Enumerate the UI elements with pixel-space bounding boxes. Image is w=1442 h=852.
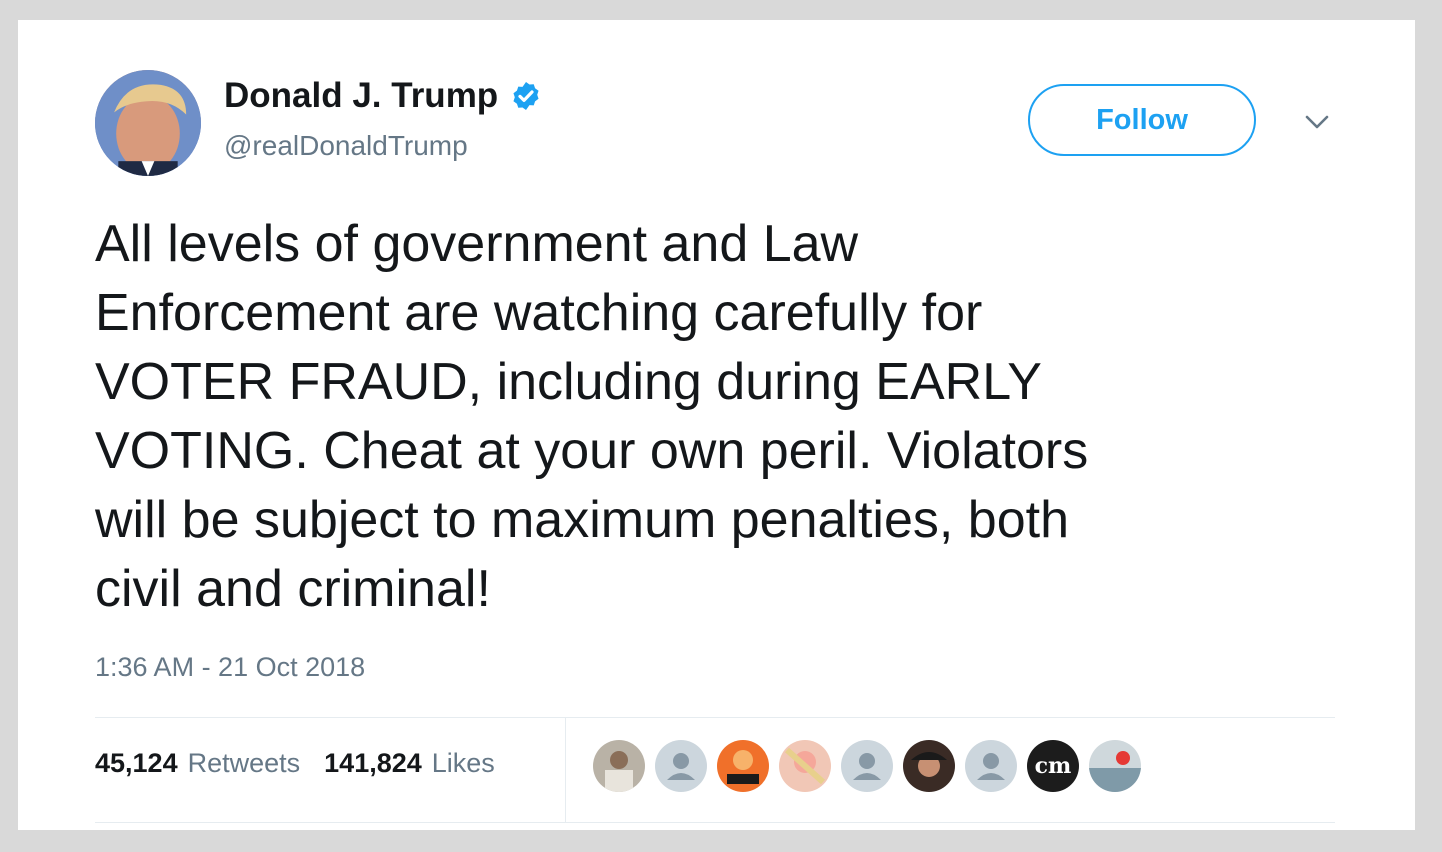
orange-face-badge-icon [717,740,769,792]
author-avatar[interactable] [95,70,201,176]
tweet-text-line: VOTER FRAUD, including during EARLY [95,353,1042,411]
divider [95,822,1335,823]
tweet-text: All levels of government and Law Enforce… [95,210,1305,624]
liker-avatar[interactable] [903,740,955,792]
liker-avatar[interactable] [779,740,831,792]
engagement-stats: 45,124 Retweets 141,824 Likes [95,748,519,779]
tweet-text-line: VOTING. Cheat at your own peril. Violato… [95,422,1089,480]
liker-avatar[interactable] [1089,740,1141,792]
author-avatar-image [95,70,201,176]
follow-button[interactable]: Follow [1028,84,1256,156]
tweet-text-line: will be subject to maximum penalties, bo… [95,491,1070,549]
liker-avatar[interactable] [717,740,769,792]
verified-badge-icon [513,82,539,110]
likes-count: 141,824 [324,748,422,778]
retweets-count: 45,124 [95,748,178,778]
tweet-text-line: civil and criminal! [95,560,491,618]
likes-label: Likes [431,748,495,778]
author-name[interactable]: Donald J. Trump [224,76,498,116]
default-user-icon [977,753,1005,780]
author-handle[interactable]: @realDonaldTrump [224,130,468,162]
liker-avatar[interactable] [655,740,707,792]
retweets-stat[interactable]: 45,124 Retweets [95,748,300,779]
user-photo-icon [903,740,955,792]
stats-divider [565,718,566,822]
tweet-text-line: Enforcement are watching carefully for [95,284,983,342]
liker-avatar[interactable]: cm [1027,740,1079,792]
tweet-timestamp[interactable]: 1:36 AM - 21 Oct 2018 [95,652,365,683]
likes-stat[interactable]: 141,824 Likes [324,748,495,779]
retweets-label: Retweets [187,748,301,778]
tweet-card: Donald J. Trump @realDonaldTrump Follow … [18,20,1415,830]
user-photo-icon [593,740,645,792]
liker-avatar[interactable] [841,740,893,792]
default-user-icon [853,753,881,780]
liker-avatar[interactable] [965,740,1017,792]
cm-avatar-text: cm [1034,753,1072,779]
default-user-icon [667,753,695,780]
liker-avatar[interactable] [593,740,645,792]
user-photo-icon [779,740,831,792]
user-photo-icon [1089,740,1141,792]
divider [95,717,1335,718]
author-name-row: Donald J. Trump [224,76,542,116]
tweet-text-line: All levels of government and Law [95,215,859,273]
liker-avatars: cm [593,740,1151,792]
chevron-down-icon[interactable] [1304,112,1330,132]
